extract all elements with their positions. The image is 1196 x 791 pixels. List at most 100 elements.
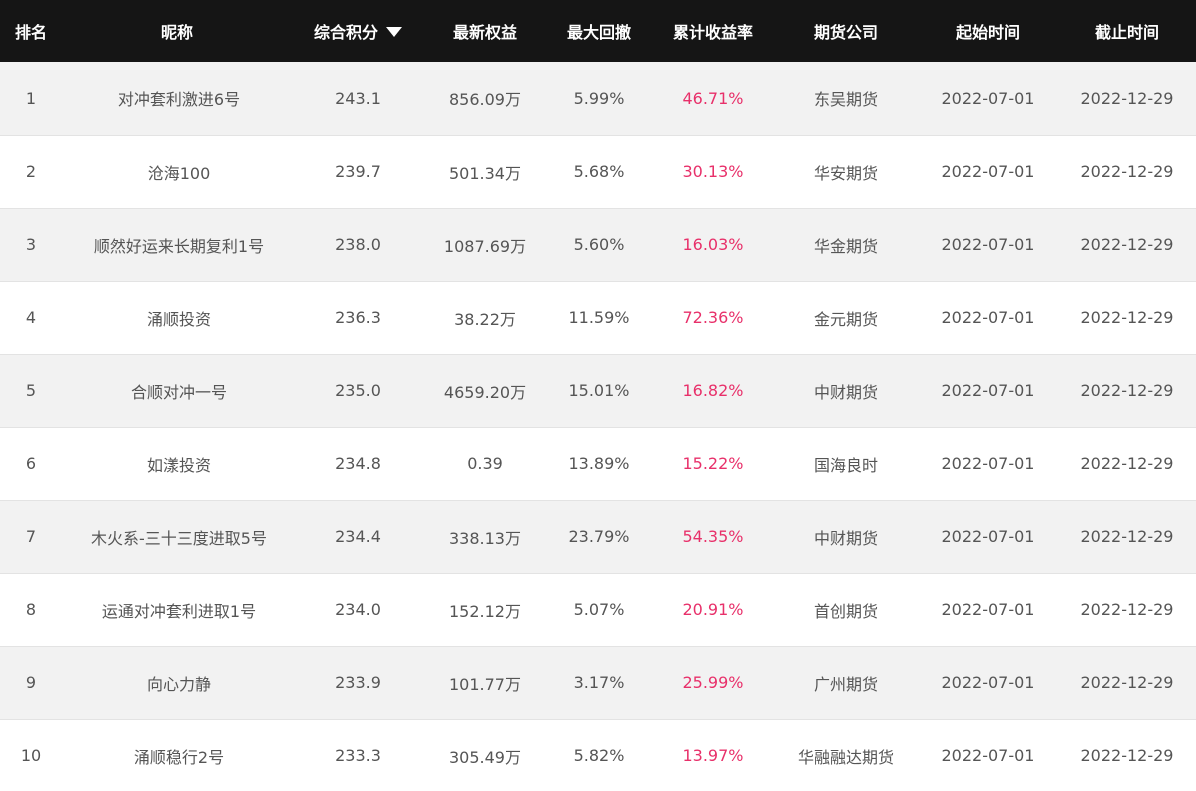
header-return[interactable]: 累计收益率	[652, 0, 774, 62]
equity-cell: 305.49万	[424, 719, 546, 791]
equity-cell: 1087.69万	[424, 208, 546, 282]
equity-cell: 38.22万	[424, 281, 546, 355]
end-date-cell: 2022-12-29	[1058, 62, 1196, 136]
return-cell: 30.13%	[652, 135, 774, 209]
table-row[interactable]: 8 运通对冲套利进取1号 234.0 152.12万 5.07% 20.91% 首创期货 20…	[0, 573, 1196, 647]
ranking-table: 排名 昵称 综合积分 最新权益 最大回撤 累计收益率 期货公司 起始时间 截止时…	[0, 0, 1196, 791]
header-drawdown[interactable]: 最大回撤	[546, 0, 652, 62]
rank-cell: 7	[0, 500, 62, 574]
rank-cell: 3	[0, 208, 62, 282]
table-body: 1 对冲套利激进6号 243.1 856.09万 5.99% 46.71% 东吴期货 2022…	[0, 62, 1196, 791]
company-cell: 中财期货	[774, 500, 918, 574]
score-cell: 234.4	[292, 500, 424, 574]
drawdown-cell: 11.59%	[546, 281, 652, 355]
table-row[interactable]: 7 木火系-三十三度进取5号 234.4 338.13万 23.79% 54.35% 中财期…	[0, 500, 1196, 574]
score-cell: 243.1	[292, 62, 424, 136]
company-cell: 华融融达期货	[774, 719, 918, 791]
nickname-cell: 运通对冲套利进取1号	[62, 573, 292, 647]
table-row[interactable]: 2 沧海100 239.7 501.34万 5.68% 30.13% 华安期货 2022-07…	[0, 135, 1196, 209]
table-row[interactable]: 5 合顺对冲一号 235.0 4659.20万 15.01% 16.82% 中财期货 2022…	[0, 354, 1196, 428]
company-cell: 首创期货	[774, 573, 918, 647]
rank-cell: 9	[0, 646, 62, 720]
rank-cell: 2	[0, 135, 62, 209]
end-date-cell: 2022-12-29	[1058, 354, 1196, 428]
rank-cell: 6	[0, 427, 62, 501]
header-start[interactable]: 起始时间	[918, 0, 1058, 62]
nickname-cell: 顺然好运来长期复利1号	[62, 208, 292, 282]
table-row[interactable]: 4 涌顺投资 236.3 38.22万 11.59% 72.36% 金元期货 2022-07-…	[0, 281, 1196, 355]
drawdown-cell: 5.60%	[546, 208, 652, 282]
equity-cell: 338.13万	[424, 500, 546, 574]
header-rank[interactable]: 排名	[0, 0, 62, 62]
start-date-cell: 2022-07-01	[918, 646, 1058, 720]
start-date-cell: 2022-07-01	[918, 573, 1058, 647]
score-cell: 234.8	[292, 427, 424, 501]
start-date-cell: 2022-07-01	[918, 62, 1058, 136]
header-company[interactable]: 期货公司	[774, 0, 918, 62]
header-equity[interactable]: 最新权益	[424, 0, 546, 62]
return-cell: 15.22%	[652, 427, 774, 501]
triangle-down-icon[interactable]	[386, 27, 402, 37]
company-cell: 东吴期货	[774, 62, 918, 136]
return-cell: 46.71%	[652, 62, 774, 136]
drawdown-cell: 5.99%	[546, 62, 652, 136]
return-cell: 25.99%	[652, 646, 774, 720]
end-date-cell: 2022-12-29	[1058, 427, 1196, 501]
drawdown-cell: 5.07%	[546, 573, 652, 647]
nickname-cell: 沧海100	[62, 135, 292, 209]
score-cell: 238.0	[292, 208, 424, 282]
equity-cell: 0.39	[424, 427, 546, 501]
drawdown-cell: 3.17%	[546, 646, 652, 720]
end-date-cell: 2022-12-29	[1058, 646, 1196, 720]
nickname-cell: 木火系-三十三度进取5号	[62, 500, 292, 574]
equity-cell: 4659.20万	[424, 354, 546, 428]
header-nickname[interactable]: 昵称	[62, 0, 292, 62]
end-date-cell: 2022-12-29	[1058, 281, 1196, 355]
end-date-cell: 2022-12-29	[1058, 573, 1196, 647]
rank-cell: 8	[0, 573, 62, 647]
company-cell: 国海良时	[774, 427, 918, 501]
start-date-cell: 2022-07-01	[918, 719, 1058, 791]
equity-cell: 152.12万	[424, 573, 546, 647]
return-cell: 16.03%	[652, 208, 774, 282]
start-date-cell: 2022-07-01	[918, 500, 1058, 574]
table-row[interactable]: 9 向心力静 233.9 101.77万 3.17% 25.99% 广州期货 2022-07-…	[0, 646, 1196, 720]
score-cell: 234.0	[292, 573, 424, 647]
company-cell: 华安期货	[774, 135, 918, 209]
table-row[interactable]: 1 对冲套利激进6号 243.1 856.09万 5.99% 46.71% 东吴期货 2022…	[0, 62, 1196, 136]
rank-cell: 10	[0, 719, 62, 791]
return-cell: 54.35%	[652, 500, 774, 574]
nickname-cell: 涌顺投资	[62, 281, 292, 355]
header-score[interactable]: 综合积分	[292, 0, 424, 62]
table-row[interactable]: 6 如漾投资 234.8 0.39 13.89% 15.22% 国海良时 2022-07-01…	[0, 427, 1196, 501]
score-cell: 233.3	[292, 719, 424, 791]
nickname-cell: 向心力静	[62, 646, 292, 720]
drawdown-cell: 13.89%	[546, 427, 652, 501]
return-cell: 13.97%	[652, 719, 774, 791]
end-date-cell: 2022-12-29	[1058, 719, 1196, 791]
rank-cell: 4	[0, 281, 62, 355]
company-cell: 广州期货	[774, 646, 918, 720]
company-cell: 华金期货	[774, 208, 918, 282]
end-date-cell: 2022-12-29	[1058, 135, 1196, 209]
company-cell: 中财期货	[774, 354, 918, 428]
nickname-cell: 对冲套利激进6号	[62, 62, 292, 136]
return-cell: 72.36%	[652, 281, 774, 355]
start-date-cell: 2022-07-01	[918, 281, 1058, 355]
start-date-cell: 2022-07-01	[918, 427, 1058, 501]
table-row[interactable]: 3 顺然好运来长期复利1号 238.0 1087.69万 5.60% 16.03% 华金期货…	[0, 208, 1196, 282]
rank-cell: 5	[0, 354, 62, 428]
score-cell: 236.3	[292, 281, 424, 355]
score-cell: 239.7	[292, 135, 424, 209]
drawdown-cell: 5.68%	[546, 135, 652, 209]
table-row[interactable]: 10 涌顺稳行2号 233.3 305.49万 5.82% 13.97% 华融融达期货 202…	[0, 719, 1196, 791]
score-cell: 233.9	[292, 646, 424, 720]
end-date-cell: 2022-12-29	[1058, 500, 1196, 574]
end-date-cell: 2022-12-29	[1058, 208, 1196, 282]
score-cell: 235.0	[292, 354, 424, 428]
start-date-cell: 2022-07-01	[918, 354, 1058, 428]
header-row: 排名 昵称 综合积分 最新权益 最大回撤 累计收益率 期货公司 起始时间 截止时…	[0, 0, 1196, 62]
drawdown-cell: 15.01%	[546, 354, 652, 428]
start-date-cell: 2022-07-01	[918, 135, 1058, 209]
header-end[interactable]: 截止时间	[1058, 0, 1196, 62]
